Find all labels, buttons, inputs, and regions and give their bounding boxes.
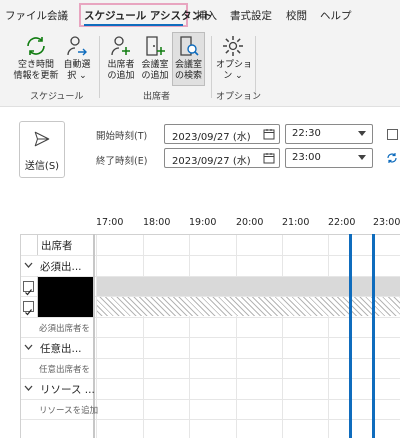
gear-icon — [223, 36, 243, 56]
chevron-down-icon — [358, 131, 366, 136]
start-date-field[interactable]: 2023/09/27 (水) — [164, 124, 280, 144]
refresh-icon — [27, 37, 45, 55]
all-day-checkbox[interactable] — [387, 129, 398, 140]
end-date-field[interactable]: 2023/09/27 (水) — [164, 148, 280, 168]
menu-bar: ファイル 会議 スケジュール アシスタント 挿入 書式設定 校閲 ヘルプ — [0, 0, 400, 30]
chevron-down-icon[interactable] — [24, 262, 33, 269]
meeting-end-marker[interactable] — [372, 234, 375, 438]
send-icon — [34, 131, 50, 147]
options-label-line2: ン ⌄ — [223, 71, 243, 81]
row-divider — [20, 337, 400, 338]
menu-scheduling-assistant[interactable]: スケジュール アシスタント — [84, 8, 213, 23]
add-required-attendee[interactable]: 必須出席者を — [39, 322, 90, 334]
options-label-line1: オプショ — [216, 60, 253, 70]
row-divider — [20, 317, 400, 318]
autopick-label-line1: 自動選 — [63, 60, 91, 70]
time-tick: 21:00 — [282, 217, 310, 228]
time-tick: 20:00 — [236, 217, 264, 228]
grid-line — [189, 234, 190, 438]
person-add-icon — [111, 36, 130, 56]
end-time-value: 23:00 — [292, 152, 321, 163]
room-finder-button[interactable]: 会議室 の検索 — [172, 34, 205, 82]
calendar-icon[interactable] — [263, 128, 275, 140]
check-icon — [25, 289, 32, 296]
person-arrow-icon — [67, 36, 87, 56]
refresh-label-line1: 空き時間 — [17, 60, 54, 70]
attendee-checkbox[interactable] — [23, 281, 34, 296]
grid-line — [236, 234, 237, 438]
refresh-free-busy-button[interactable]: 空き時間 情報を更新 — [8, 34, 64, 82]
grid-line — [328, 234, 329, 438]
send-button[interactable]: 送信(S) — [19, 121, 65, 178]
menu-format[interactable]: 書式設定 — [230, 8, 272, 23]
row-divider — [20, 399, 400, 400]
time-tick: 18:00 — [143, 217, 171, 228]
start-date-value: 2023/09/27 (水) — [172, 132, 251, 143]
no-info-block — [97, 297, 400, 316]
chevron-down-icon — [358, 155, 366, 160]
autopick-label-line2: 択 ⌄ — [67, 71, 87, 81]
group-label-options: オプション — [216, 92, 262, 102]
group-label-schedule: スケジュール — [30, 92, 84, 102]
end-time-label: 終了時刻(E) — [96, 156, 148, 167]
time-tick: 17:00 — [96, 217, 124, 228]
start-time-value: 22:30 — [292, 128, 321, 139]
refresh-label-line2: 情報を更新 — [13, 71, 59, 81]
menu-help[interactable]: ヘルプ — [320, 8, 352, 23]
room-search-icon — [179, 36, 199, 56]
end-date-value: 2023/09/27 (水) — [172, 156, 251, 167]
time-tick: 23:00 — [373, 217, 400, 228]
check-icon — [25, 309, 32, 316]
group-label-attendees: 出席者 — [143, 92, 171, 102]
grid-line — [282, 234, 283, 438]
resource-group-label[interactable]: リソース ... — [40, 382, 95, 397]
start-time-label: 開始時刻(T) — [96, 131, 148, 142]
chevron-down-icon[interactable] — [24, 385, 33, 392]
menu-file[interactable]: ファイル — [5, 8, 47, 23]
add-attendee-label-line2: の追加 — [107, 71, 135, 81]
add-optional-attendee[interactable]: 任意出席者を — [39, 363, 90, 375]
menu-insert[interactable]: 挿入 — [196, 8, 217, 23]
row-divider — [20, 255, 400, 256]
required-group-label[interactable]: 必須出... — [40, 259, 82, 274]
attendee-checkbox[interactable] — [23, 301, 34, 316]
options-button[interactable]: オプショ ン ⌄ — [216, 34, 253, 82]
row-divider — [20, 358, 400, 359]
row-divider — [20, 378, 400, 379]
attendees-header: 出席者 — [41, 240, 73, 252]
ribbon-separator — [211, 36, 212, 98]
row-divider — [20, 234, 400, 235]
busy-block — [97, 277, 400, 296]
grid-line — [143, 234, 144, 438]
add-room-label-line2: の追加 — [141, 71, 169, 81]
room-add-icon — [146, 36, 165, 56]
time-tick: 22:00 — [328, 217, 356, 228]
send-label: 送信(S) — [24, 161, 60, 172]
row-divider — [20, 419, 400, 420]
redacted-attendee-name — [38, 277, 93, 317]
ribbon-separator — [99, 36, 100, 98]
column-border — [20, 234, 21, 438]
meeting-start-marker[interactable] — [349, 234, 352, 438]
add-room-button[interactable]: 会議室 の追加 — [138, 34, 172, 82]
add-attendee-label-line1: 出席者 — [107, 60, 135, 70]
calendar-icon[interactable] — [263, 152, 275, 164]
room-finder-label-line1: 会議室 — [174, 60, 202, 70]
column-border — [37, 234, 38, 255]
add-resource[interactable]: リソースを追加 — [39, 404, 98, 416]
end-time-select[interactable]: 23:00 — [285, 148, 373, 168]
autopick-button[interactable]: 自動選 択 ⌄ — [60, 34, 94, 82]
add-attendee-button[interactable]: 出席者 の追加 — [104, 34, 138, 82]
room-finder-label-line2: の検索 — [174, 71, 202, 81]
menu-review[interactable]: 校閲 — [286, 8, 307, 23]
menu-active-underline — [84, 24, 183, 26]
add-room-label-line1: 会議室 — [141, 60, 169, 70]
chevron-down-icon[interactable] — [24, 344, 33, 351]
sync-icon[interactable] — [386, 152, 398, 164]
time-tick: 19:00 — [189, 217, 217, 228]
menu-meeting[interactable]: 会議 — [47, 8, 68, 23]
start-time-select[interactable]: 22:30 — [285, 124, 373, 144]
optional-group-label[interactable]: 任意出... — [40, 341, 82, 356]
